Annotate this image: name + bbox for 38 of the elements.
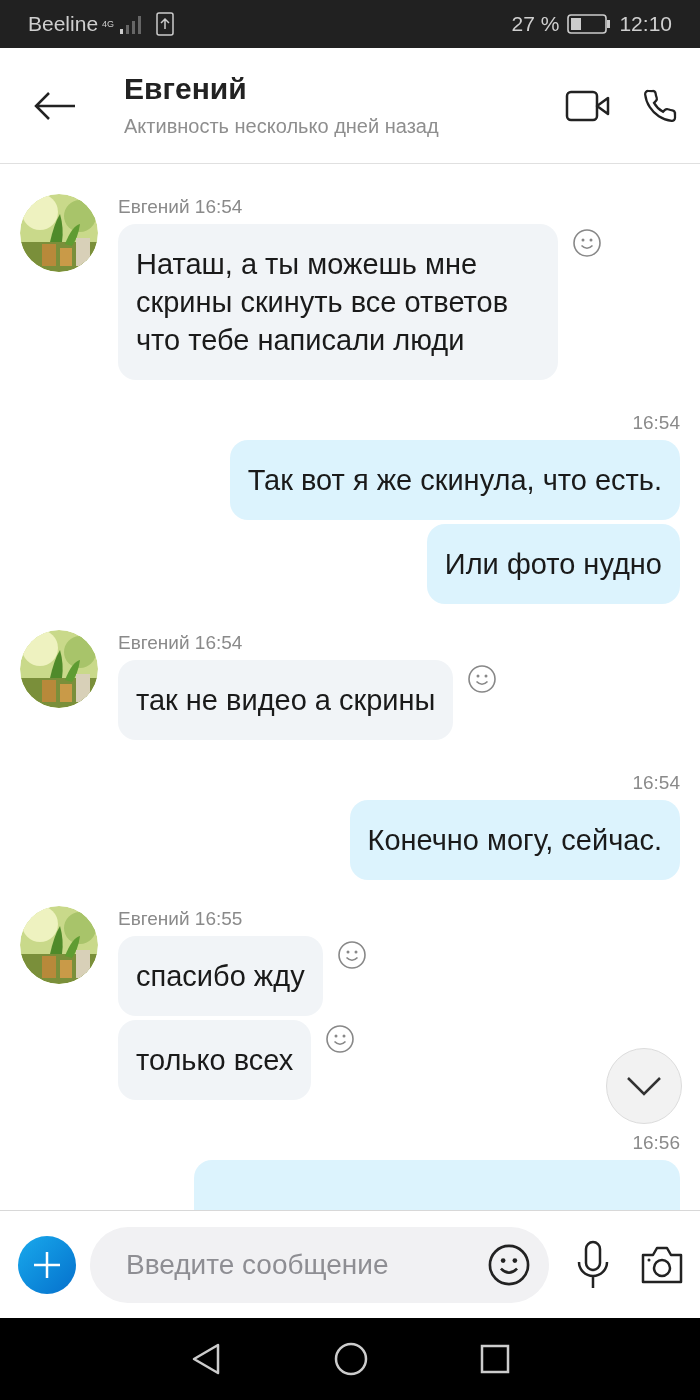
battery-percent: 27 % [511,11,560,38]
back-icon [33,90,77,121]
emoji-reaction-icon[interactable] [572,228,602,258]
emoji-reaction-icon[interactable] [325,1024,356,1054]
video-camera-icon [565,89,611,122]
microphone-icon [575,1239,611,1290]
sender-label: Евгений 16:54 [118,195,244,219]
incoming-message: так не видео а скрины [118,660,454,740]
nav-back-icon[interactable] [190,1342,222,1376]
battery-icon [567,14,612,34]
outgoing-message: Конечно могу, сейчас. [349,800,680,880]
message-time: 16:54 [632,411,680,435]
clock: 12:10 [619,11,672,38]
nav-recents-icon[interactable] [480,1344,510,1374]
nav-home-icon[interactable] [334,1342,368,1376]
emoji-icon[interactable] [487,1242,531,1287]
emoji-reaction-icon[interactable] [467,664,498,694]
incoming-message: Наташ, а ты можешь мне скрины скинуть все ответов что тебе написали люди [118,224,558,380]
outgoing-message: Или фото нудно [426,524,680,604]
camera-icon [639,1244,685,1285]
contact-name: Евгений [124,70,248,107]
incoming-message: спасибо жду [118,936,323,1016]
plus-icon [32,1249,62,1280]
message-input[interactable]: Введите сообщение [126,1243,487,1286]
network-type: 4G [102,18,115,32]
add-button[interactable] [18,1235,76,1294]
chevron-down-icon [626,1076,662,1096]
message-time: 16:54 [632,771,680,795]
contact-status: Активность несколько дней назад [124,113,440,139]
emoji-reaction-icon[interactable] [336,940,367,970]
incoming-message: только всех [118,1020,312,1100]
message-field[interactable]: Введите сообщение [90,1226,549,1303]
outgoing-message: Так вот я же скинула, что есть. [229,440,680,520]
carrier-name: Beeline [28,11,99,38]
message-time: 16:56 [632,1131,680,1155]
sender-label: Евгений 16:55 [118,907,244,931]
sender-label: Евгений 16:54 [118,631,244,655]
upload-icon [156,12,175,36]
